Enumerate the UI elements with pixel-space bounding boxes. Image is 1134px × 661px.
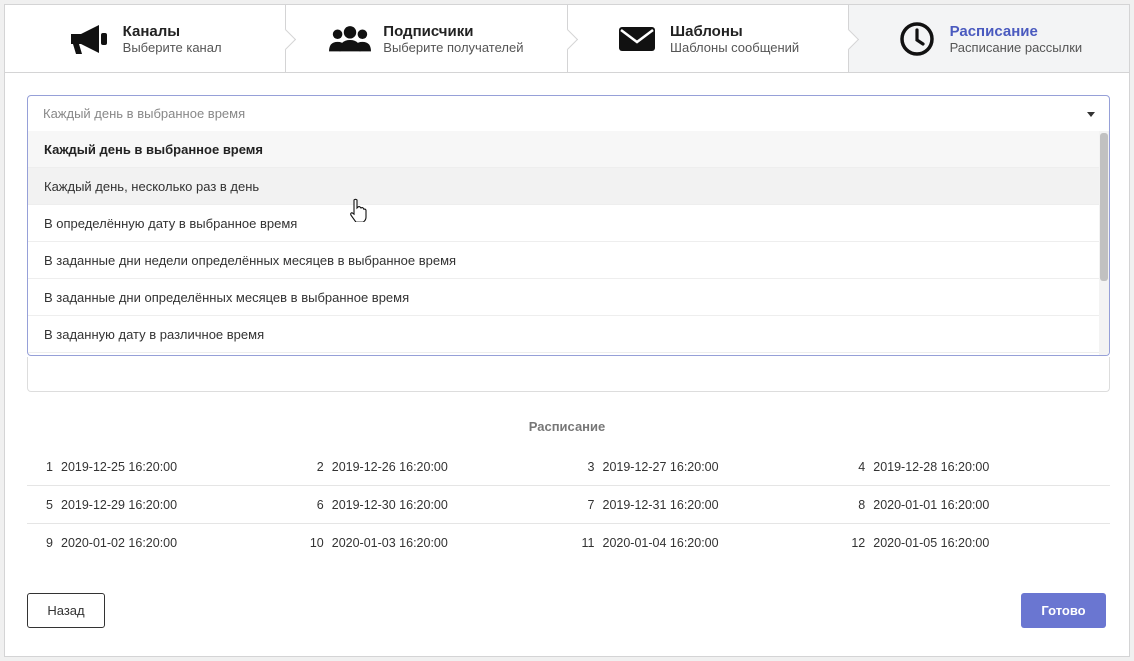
schedule-entry: 3 2019-12-27 16:20:00 [569, 448, 840, 485]
step-title: Шаблоны [670, 22, 743, 40]
wizard-panel: Каналы Выберите канал Подписчики Выберит… [4, 4, 1130, 657]
hidden-field-under-menu [27, 357, 1110, 392]
envelope-icon [616, 19, 658, 59]
entry-datetime: 2019-12-29 16:20:00 [61, 497, 178, 512]
dropdown-option[interactable]: В заданную дату в различное время [28, 316, 1109, 353]
menu-scrollbar[interactable] [1099, 131, 1109, 355]
entry-datetime: 2019-12-27 16:20:00 [602, 459, 719, 474]
entry-number: 11 [581, 535, 595, 550]
schedule-entry: 4 2019-12-28 16:20:00 [839, 448, 1110, 485]
scrollbar-thumb[interactable] [1100, 133, 1108, 281]
entry-datetime: 2019-12-30 16:20:00 [331, 497, 448, 512]
entry-number: 6 [316, 497, 324, 512]
users-icon [329, 19, 372, 59]
step-description: Выберите получателей [383, 39, 524, 55]
schedule-entry: 12 2020-01-05 16:20:00 [839, 524, 1110, 561]
back-button[interactable]: Назад [27, 593, 105, 628]
entry-number: 8 [858, 497, 866, 512]
schedule-row: 9 2020-01-02 16:20:00 10 2020-01-03 16:20:… [27, 524, 1110, 561]
dropdown-caret-icon[interactable] [1087, 112, 1095, 117]
step-title: Расписание [949, 22, 1038, 40]
entry-datetime: 2019-12-25 16:20:00 [61, 459, 178, 474]
schedule-table: 1 2019-12-25 16:20:00 2 2019-12-26 16:20:0… [27, 448, 1110, 561]
clock-icon [896, 19, 938, 59]
dropdown-option[interactable]: Каждый день в выбранное время [28, 131, 1109, 168]
entry-number: 5 [46, 497, 53, 512]
entry-datetime: 2019-12-31 16:20:00 [602, 497, 719, 512]
step-title: Каналы [122, 22, 181, 40]
step-description: Шаблоны сообщений [670, 39, 800, 55]
schedule-entry: 1 2019-12-25 16:20:00 [27, 448, 298, 485]
schedule-entry: 9 2020-01-02 16:20:00 [27, 524, 298, 561]
entry-number: 2 [316, 459, 324, 474]
schedule-entry: 8 2020-01-01 16:20:00 [839, 486, 1110, 523]
megaphone-icon [69, 19, 111, 59]
done-button[interactable]: Готово [1021, 593, 1106, 628]
entry-datetime: 2020-01-05 16:20:00 [873, 535, 990, 550]
entry-datetime: 2020-01-01 16:20:00 [873, 497, 990, 512]
step-description: Расписание рассылки [949, 39, 1083, 55]
entry-datetime: 2020-01-02 16:20:00 [61, 535, 178, 550]
step-subscribers[interactable]: Подписчики Выберите получателей [286, 5, 568, 72]
step-channels[interactable]: Каналы Выберите канал [5, 5, 287, 72]
entry-number: 9 [46, 535, 53, 550]
schedule-entry: 2 2019-12-26 16:20:00 [298, 448, 569, 485]
schedule-type-dropdown[interactable]: Каждый день в выбранное время [27, 95, 1110, 132]
schedule-title: Расписание [528, 419, 606, 434]
entry-datetime: 2020-01-03 16:20:00 [331, 535, 448, 550]
entry-number: 4 [858, 459, 866, 474]
dropdown-option[interactable]: Каждый день, несколько раз в день [28, 168, 1109, 205]
entry-number: 12 [851, 535, 866, 550]
dropdown-menu: Каждый день в выбранное время Каждый ден… [27, 131, 1110, 356]
dropdown-option[interactable]: В заданные дни недели определённых месяц… [28, 242, 1109, 279]
step-description: Выберите канал [122, 39, 222, 55]
steps-bar: Каналы Выберите канал Подписчики Выберит… [5, 5, 1129, 73]
schedule-row: 1 2019-12-25 16:20:00 2 2019-12-26 16:20:0… [27, 448, 1110, 486]
entry-number: 3 [587, 459, 595, 474]
dropdown-option[interactable]: В определённую дату в выбранное время [28, 205, 1109, 242]
entry-number: 7 [587, 497, 595, 512]
entry-number: 1 [46, 459, 53, 474]
dropdown-option[interactable]: В заданные дни определённых месяцев в вы… [28, 279, 1109, 316]
hand-cursor-icon [349, 198, 367, 227]
schedule-entry: 11 2020-01-04 16:20:00 [569, 524, 840, 561]
schedule-row: 5 2019-12-29 16:20:00 6 2019-12-30 16:20:0… [27, 486, 1110, 524]
schedule-entry: 10 2020-01-03 16:20:00 [298, 524, 569, 561]
entry-datetime: 2019-12-28 16:20:00 [873, 459, 990, 474]
schedule-entry: 7 2019-12-31 16:20:00 [569, 486, 840, 523]
step-title: Подписчики [383, 22, 474, 40]
schedule-entry: 6 2019-12-30 16:20:00 [298, 486, 569, 523]
entry-number: 10 [309, 535, 324, 550]
step-templates[interactable]: Шаблоны Шаблоны сообщений [567, 5, 849, 72]
entry-datetime: 2019-12-26 16:20:00 [331, 459, 448, 474]
dropdown-placeholder: Каждый день в выбранное время [43, 106, 246, 121]
schedule-entry: 5 2019-12-29 16:20:00 [27, 486, 298, 523]
step-schedule[interactable]: Расписание Расписание рассылки [848, 5, 1129, 72]
entry-datetime: 2020-01-04 16:20:00 [602, 535, 719, 550]
